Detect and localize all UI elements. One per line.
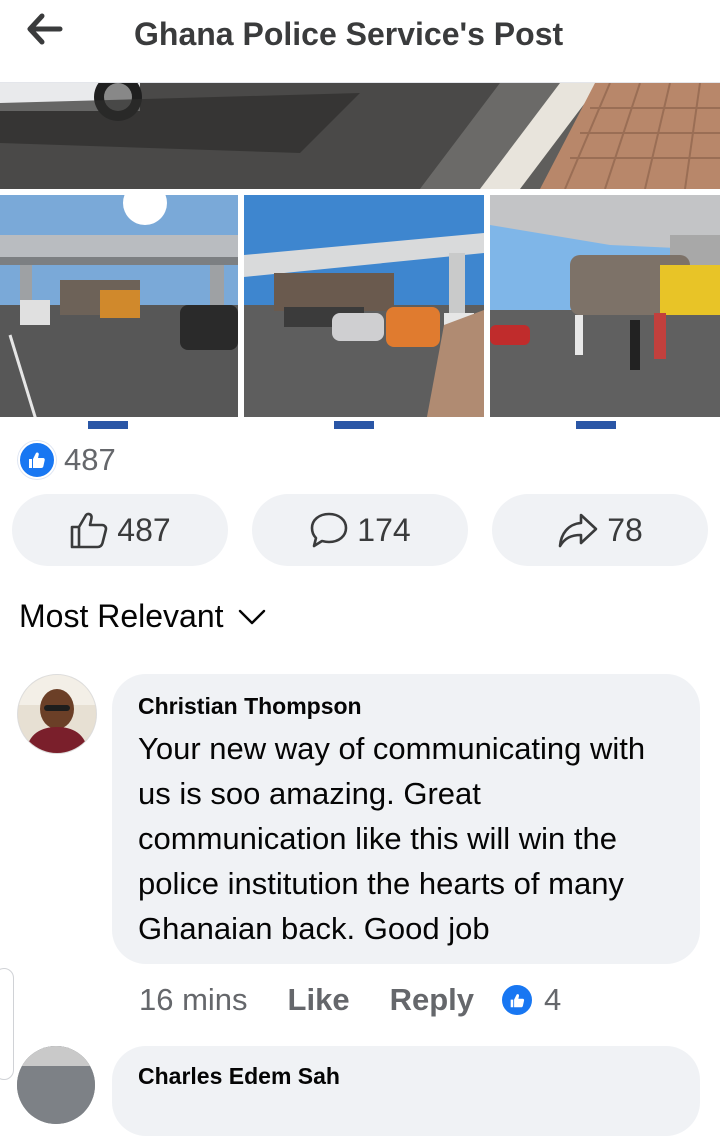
arrow-left-icon [27,13,63,45]
avatar[interactable] [17,674,97,754]
top-bar: Ghana Police Service's Post [0,0,720,83]
like-button[interactable]: 487 [12,494,228,566]
comment-reaction-count[interactable]: 4 [544,982,561,1018]
page-title: Ghana Police Service's Post [134,16,564,52]
reaction-summary[interactable]: 487 [18,441,116,479]
post-photo-3[interactable] [490,195,720,433]
thumbs-up-icon [18,441,56,479]
share-count: 78 [607,511,643,548]
comment-text: Your new way of communicating with us is… [138,731,646,946]
comment-sort-dropdown[interactable]: Most Relevant [19,598,266,635]
avatar[interactable] [17,1046,95,1124]
share-arrow-icon [558,513,598,548]
comment-reply-link[interactable]: Reply [390,982,474,1018]
thumbs-up-icon [500,983,534,1017]
comment-author[interactable]: Christian Thompson [138,693,362,720]
comment-icon [310,512,348,548]
back-button[interactable] [24,12,72,52]
reply-thread-line [0,968,14,1080]
comment-author[interactable]: Charles Edem Sah [138,1063,340,1090]
share-button[interactable]: 78 [492,494,708,566]
comment-meta: 16 mins Like Reply 4 [139,980,561,1020]
comment-bubble: Christian Thompson Your new way of commu… [112,674,700,964]
chevron-down-icon [238,609,265,624]
comment-button[interactable]: 174 [252,494,468,566]
reaction-count: 487 [64,442,116,477]
comment-bubble: Charles Edem Sah [112,1046,700,1136]
post-photo-main[interactable] [0,83,720,189]
like-count: 487 [117,511,171,548]
comment-like-link[interactable]: Like [288,982,350,1018]
comment-time[interactable]: 16 mins [139,982,248,1018]
post-photo-2[interactable] [244,195,484,433]
post-photo-1[interactable] [0,195,238,433]
comment-count: 174 [357,511,411,548]
thumbs-up-outline-icon [70,512,108,549]
sort-label: Most Relevant [19,598,224,634]
